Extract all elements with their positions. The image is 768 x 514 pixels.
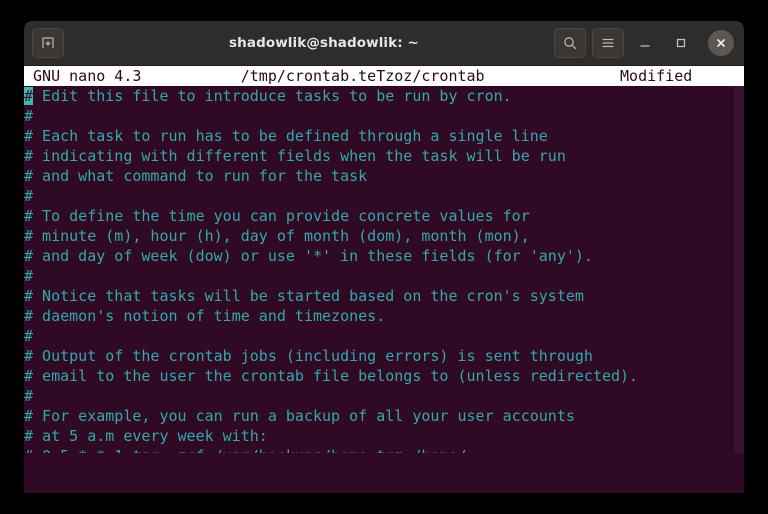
- editor-line: # minute (m), hour (h), day of month (do…: [24, 227, 530, 245]
- search-icon: [564, 37, 577, 50]
- maximize-icon: [676, 38, 686, 48]
- close-icon: [717, 39, 725, 47]
- hamburger-menu-icon: [602, 38, 614, 48]
- new-tab-plus-icon: [42, 37, 54, 48]
- window-titlebar: shadowlik@shadowlik: ~: [24, 21, 744, 66]
- window-title: shadowlik@shadowlik: ~: [229, 35, 419, 51]
- editor-line: # Each task to run has to be defined thr…: [24, 127, 548, 145]
- menu-button[interactable]: [592, 28, 624, 58]
- editor-line: # at 5 a.m every week with:: [24, 427, 268, 445]
- titlebar-controls: [554, 28, 736, 58]
- editor-line: # For example, you can run a backup of a…: [24, 407, 575, 425]
- text-cursor: #: [24, 87, 34, 105]
- editor-line: # Notice that tasks will be started base…: [24, 287, 584, 305]
- editor-line: # 0 5 * * 1 tar -zcf /var/backups/home.t…: [24, 446, 744, 453]
- new-tab-button[interactable]: [32, 28, 64, 58]
- terminal-scrollbar[interactable]: [734, 86, 744, 453]
- nano-text-buffer[interactable]: # Edit this file to introduce tasks to b…: [24, 86, 744, 453]
- editor-line: # email to the user the crontab file bel…: [24, 367, 639, 385]
- editor-line: # To define the time you can provide con…: [24, 207, 530, 225]
- editor-line: # and day of week (dow) or use '*' in th…: [24, 247, 593, 265]
- desktop-background: shadowlik@shadowlik: ~ GNU nano 4.3 /tmp…: [0, 0, 768, 514]
- editor-line: # indicating with different fields when …: [24, 147, 566, 165]
- editor-line: # daemon's notion of time and timezones.: [24, 307, 386, 325]
- nano-header-bar: GNU nano 4.3 /tmp/crontab.teTzoz/crontab…: [24, 66, 744, 86]
- editor-line: #: [24, 387, 34, 405]
- minimize-button[interactable]: [630, 29, 660, 57]
- editor-line: # and what command to run for the task: [24, 167, 368, 185]
- editor-line: # Edit this file to introduce tasks to b…: [24, 87, 512, 105]
- maximize-button[interactable]: [666, 29, 696, 57]
- editor-line: #: [24, 107, 34, 125]
- terminal-content[interactable]: GNU nano 4.3 /tmp/crontab.teTzoz/crontab…: [24, 66, 744, 493]
- minimize-icon: [640, 45, 650, 47]
- editor-line: #: [24, 267, 34, 285]
- search-button[interactable]: [554, 28, 586, 58]
- editor-line: # Output of the crontab jobs (including …: [24, 347, 593, 365]
- terminal-window: shadowlik@shadowlik: ~ GNU nano 4.3 /tmp…: [24, 21, 744, 493]
- nano-shortcut-bar: ^G Get Help ^O Write Out ^W Where Is ^K …: [24, 453, 744, 493]
- close-button[interactable]: [708, 30, 734, 56]
- editor-line: #: [24, 187, 34, 205]
- editor-line: #: [24, 327, 34, 345]
